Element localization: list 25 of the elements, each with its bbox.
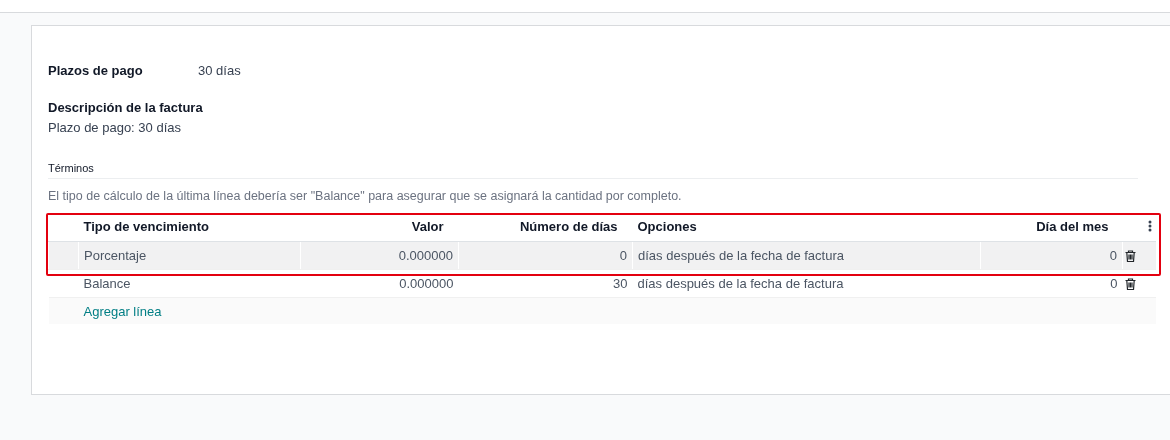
field-label: Descripción de la factura xyxy=(48,99,204,117)
column-header[interactable]: Día del mes xyxy=(1036,218,1109,234)
field-value[interactable]: 30 días xyxy=(198,62,241,78)
more-options-icon[interactable] xyxy=(1147,220,1152,232)
column-header[interactable]: Tipo de vencimiento xyxy=(83,218,209,234)
table-cell: días después de la fecha de factura xyxy=(637,276,844,291)
table-cell: 30 xyxy=(613,276,628,291)
field-value: Plazo de pago: 30 días xyxy=(48,119,182,137)
table-cell: Balance xyxy=(83,276,131,291)
table-cell: 0 xyxy=(619,248,627,263)
table-cell: 0 xyxy=(1109,248,1117,263)
column-header[interactable]: Valor xyxy=(411,218,444,234)
table-cell: Porcentaje xyxy=(84,248,147,263)
add-line-link[interactable]: Agregar línea xyxy=(83,303,162,319)
field-label: Plazos de pago xyxy=(48,62,144,78)
column-header[interactable]: Número de días xyxy=(519,218,618,234)
trash-icon[interactable] xyxy=(1125,249,1136,262)
table-cell: días después de la fecha de factura xyxy=(638,248,844,263)
hint-text: El tipo de cálculo de la última línea debería ser "Balance" para asegurar que se asignará la cantidad por completo. xyxy=(48,188,683,205)
table-cell: 0.000000 xyxy=(398,248,453,263)
section-title: Términos xyxy=(48,162,1138,179)
trash-icon[interactable] xyxy=(1124,277,1136,290)
table-cell: 0.000000 xyxy=(399,276,454,291)
column-header[interactable]: Opciones xyxy=(637,218,697,234)
table-cell: 0 xyxy=(1110,276,1118,291)
